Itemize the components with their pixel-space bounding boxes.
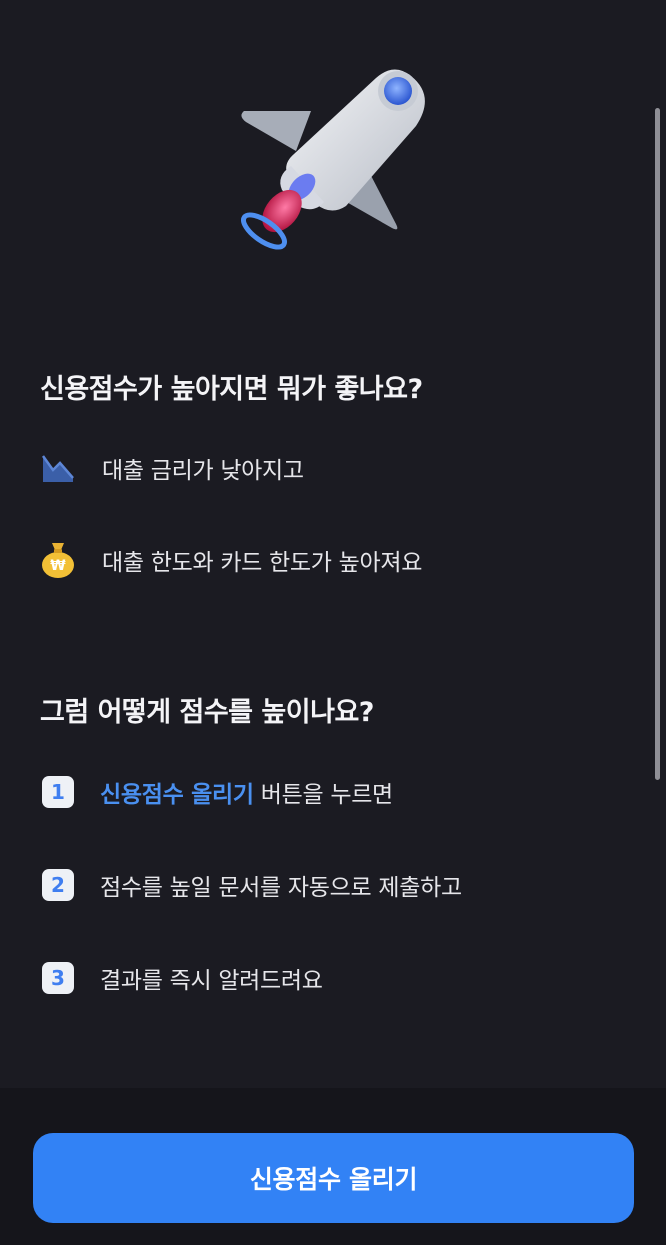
chart-down-icon xyxy=(40,450,76,486)
cta-reference-text: 신용점수 올리기 xyxy=(100,782,254,808)
benefit-item: ₩ 대출 한도와 카드 한도가 높아져요 xyxy=(40,542,422,578)
scrollbar[interactable] xyxy=(655,108,660,780)
step-text-rest: 버튼을 누르면 xyxy=(253,782,393,808)
benefit-text: 대출 한도와 카드 한도가 높아져요 xyxy=(102,550,423,576)
howto-title: 그럼 어떻게 점수를 높이나요? xyxy=(40,697,374,728)
benefit-text: 대출 금리가 낮아지고 xyxy=(102,458,304,484)
step-text: 신용점수 올리기 버튼을 누르면 xyxy=(100,775,393,809)
step-number-badge: 3 xyxy=(42,962,74,994)
benefit-item: 대출 금리가 낮아지고 xyxy=(40,450,304,486)
money-bag-icon: ₩ xyxy=(40,542,76,578)
step-number-badge: 1 xyxy=(42,776,74,808)
step-text: 점수를 높일 문서를 자동으로 제출하고 xyxy=(100,875,462,901)
step-item: 2 점수를 높일 문서를 자동으로 제출하고 xyxy=(40,868,462,902)
svg-text:₩: ₩ xyxy=(50,558,66,574)
step-item: 3 결과를 즉시 알려드려요 xyxy=(40,961,323,995)
step-text: 결과를 즉시 알려드려요 xyxy=(100,968,323,994)
rocket-illustration xyxy=(241,69,425,250)
step-item: 1 신용점수 올리기 버튼을 누르면 xyxy=(40,775,393,809)
raise-credit-score-button[interactable]: 신용점수 올리기 xyxy=(33,1133,634,1223)
benefits-title: 신용점수가 높아지면 뭐가 좋나요? xyxy=(40,374,423,405)
step-number-badge: 2 xyxy=(42,869,74,901)
content-scroll-area[interactable]: 신용점수가 높아지면 뭐가 좋나요? 대출 금리가 낮아지고 ₩ 대출 한도와 … xyxy=(0,0,666,1088)
